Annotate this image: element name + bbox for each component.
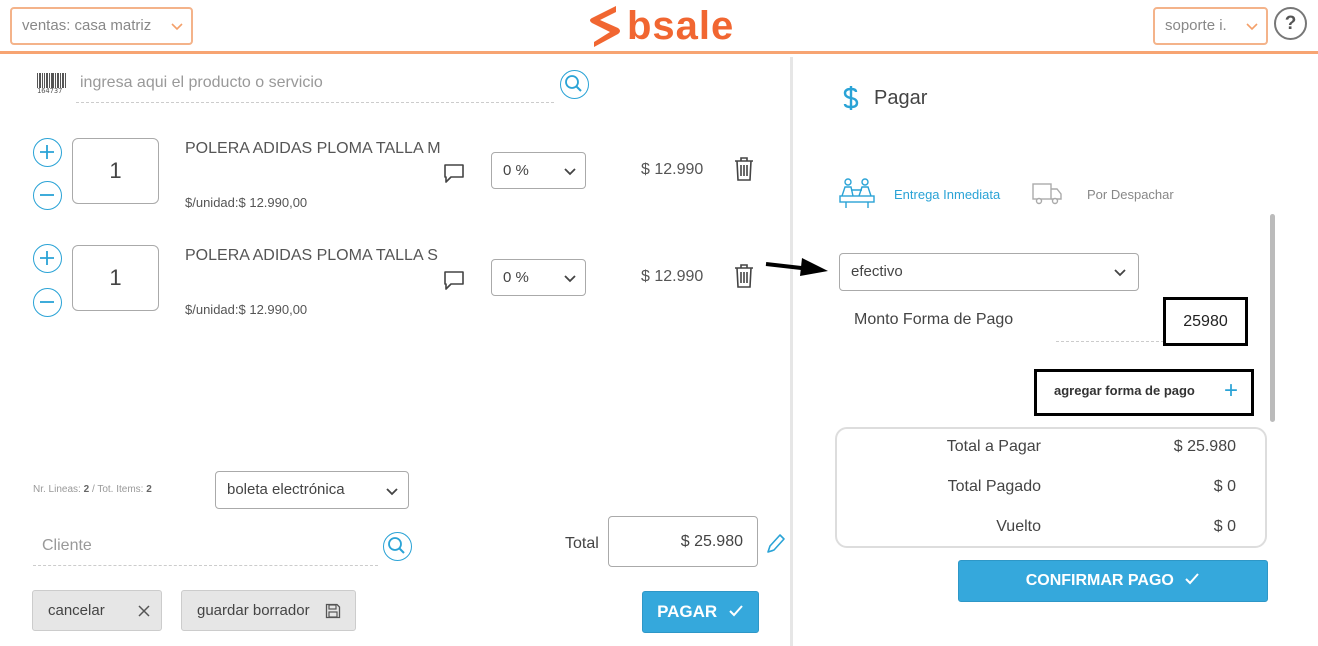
pencil-icon[interactable] xyxy=(764,532,786,561)
trash-icon[interactable] xyxy=(733,156,755,187)
discount-value: 0 % xyxy=(503,162,529,179)
payment-method-select[interactable]: efectivo xyxy=(839,253,1139,291)
payment-summary: Total a Pagar $ 25.980 Total Pagado $ 0 … xyxy=(835,427,1267,548)
check-icon xyxy=(729,605,743,617)
payment-method-value: efectivo xyxy=(851,263,903,280)
delivery-person-icon[interactable] xyxy=(838,176,876,215)
brand-name: bsale xyxy=(627,4,735,48)
items-label: / Tot. Items: xyxy=(91,484,144,495)
close-icon xyxy=(137,604,151,622)
confirm-payment-label: CONFIRMAR PAGO xyxy=(1025,572,1174,589)
comment-icon[interactable] xyxy=(443,162,465,189)
total-value: $ 25.980 xyxy=(680,533,743,550)
increase-qty-button[interactable] xyxy=(33,138,62,167)
total-to-pay-value: $ 25.980 xyxy=(1173,438,1236,455)
plus-icon xyxy=(40,251,54,265)
tab-dispatch[interactable]: Por Despachar xyxy=(1087,187,1174,202)
item-name: POLERA ADIDAS PLOMA TALLA S xyxy=(185,247,438,264)
tab-immediate-delivery[interactable]: Entrega Inmediata xyxy=(894,187,1000,202)
comment-icon[interactable] xyxy=(443,269,465,296)
client-search-button[interactable] xyxy=(383,532,412,561)
add-payment-method-button[interactable]: agregar forma de pago + xyxy=(1034,369,1254,416)
barcode-icon: 164737 xyxy=(36,72,68,96)
item-unit-price: $/unidad:$ 12.990,00 xyxy=(185,195,308,210)
discount-value: 0 % xyxy=(503,269,529,286)
top-bar: ventas: casa matriz bsale soporte i. ? xyxy=(0,0,1318,54)
search-icon xyxy=(388,537,405,554)
panel-divider xyxy=(790,57,793,646)
discount-select[interactable]: 0 % xyxy=(491,152,586,189)
payment-title: Pagar xyxy=(874,87,928,109)
plus-icon: + xyxy=(1224,377,1239,404)
decrease-qty-button[interactable] xyxy=(33,181,62,210)
payment-amount-underline xyxy=(1056,341,1164,342)
chevron-down-icon xyxy=(1113,265,1127,283)
chevron-down-icon xyxy=(385,484,399,502)
pay-label: PAGAR xyxy=(657,602,718,621)
save-draft-label: guardar borrador xyxy=(197,602,310,619)
minus-icon xyxy=(40,301,54,303)
save-draft-button[interactable]: guardar borrador xyxy=(181,590,356,631)
payment-amount-input[interactable]: 25980 xyxy=(1163,297,1248,346)
document-type-select[interactable]: boleta electrónica xyxy=(215,471,409,509)
change-label: Vuelto xyxy=(996,518,1041,535)
dollar-icon xyxy=(841,84,861,117)
items-value: 2 xyxy=(146,484,152,495)
payment-scrollbar[interactable] xyxy=(1270,214,1275,422)
add-payment-method-label: agregar forma de pago xyxy=(1054,383,1195,398)
barcode-digits: 164737 xyxy=(37,87,63,95)
chevron-down-icon xyxy=(1244,18,1260,38)
chevron-down-icon xyxy=(563,271,577,289)
trash-icon[interactable] xyxy=(733,263,755,294)
bsale-logo-icon xyxy=(590,6,620,47)
chevron-down-icon xyxy=(169,18,185,38)
decrease-qty-button[interactable] xyxy=(33,288,62,317)
cancel-button[interactable]: cancelar xyxy=(32,590,162,631)
check-icon xyxy=(1185,573,1200,585)
lines-summary: Nr. Lineas: 2 / Tot. Items: 2 xyxy=(33,484,152,495)
qty-input[interactable]: 1 xyxy=(72,138,159,204)
user-select[interactable]: soporte i. xyxy=(1153,7,1268,45)
change-value: $ 0 xyxy=(1213,518,1236,535)
minus-icon xyxy=(40,194,54,196)
total-field[interactable]: $ 25.980 xyxy=(608,516,758,567)
chevron-down-icon xyxy=(563,164,577,182)
document-type-value: boleta electrónica xyxy=(227,481,345,498)
client-search-underline xyxy=(33,565,378,566)
branch-select-value: ventas: casa matriz xyxy=(22,17,152,34)
total-label: Total xyxy=(565,535,599,552)
cancel-label: cancelar xyxy=(48,602,105,619)
qty-input[interactable]: 1 xyxy=(72,245,159,311)
search-icon xyxy=(565,75,582,92)
user-select-value: soporte i. xyxy=(1165,17,1227,34)
product-search-underline xyxy=(76,102,554,103)
confirm-payment-button[interactable]: CONFIRMAR PAGO xyxy=(958,560,1268,602)
lines-label: Nr. Lineas: xyxy=(33,484,81,495)
plus-icon xyxy=(40,145,54,159)
increase-qty-button[interactable] xyxy=(33,244,62,273)
product-search-button[interactable] xyxy=(560,70,589,99)
discount-select[interactable]: 0 % xyxy=(491,259,586,296)
item-price: $ 12.990 xyxy=(641,268,704,285)
client-search-input[interactable]: Cliente xyxy=(42,537,92,555)
product-search-input[interactable]: ingresa aqui el producto o servicio xyxy=(80,74,323,92)
item-unit-price: $/unidad:$ 12.990,00 xyxy=(185,302,308,317)
pay-button[interactable]: PAGAR xyxy=(642,591,759,633)
total-paid-value: $ 0 xyxy=(1213,478,1236,495)
bsale-logo: bsale xyxy=(586,4,736,48)
truck-icon[interactable] xyxy=(1032,182,1062,211)
lines-value: 2 xyxy=(83,484,90,495)
total-to-pay-label: Total a Pagar xyxy=(946,438,1041,455)
total-paid-label: Total Pagado xyxy=(947,478,1041,495)
branch-select[interactable]: ventas: casa matriz xyxy=(10,7,193,45)
item-price: $ 12.990 xyxy=(641,161,704,178)
help-button[interactable]: ? xyxy=(1274,7,1307,40)
annotation-arrow-icon xyxy=(764,255,830,282)
item-name: POLERA ADIDAS PLOMA TALLA M xyxy=(185,140,441,157)
floppy-disk-icon xyxy=(325,603,341,623)
payment-amount-label: Monto Forma de Pago xyxy=(854,311,1014,328)
